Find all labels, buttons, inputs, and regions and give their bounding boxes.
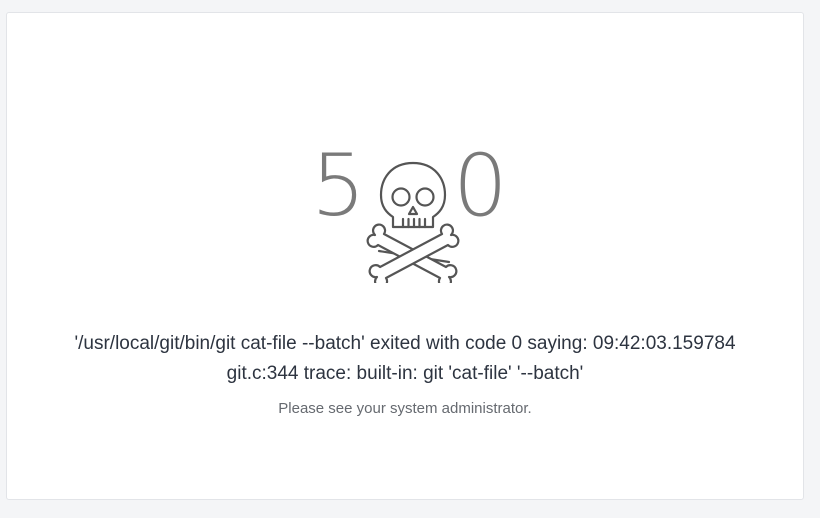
skull-crossbones-icon	[366, 161, 460, 283]
error-card: 5 0 '/usr/local/git/bin/git cat-file --b…	[6, 12, 804, 500]
error-code-digit-zero: 0	[453, 136, 508, 236]
error-code-digit-five: 5	[311, 136, 366, 236]
error-code-graphic: 5 0	[307, 137, 527, 287]
error-message-line-2: git.c:344 trace: built-in: git 'cat-file…	[226, 363, 584, 384]
admin-hint: Please see your system administrator.	[278, 400, 532, 417]
error-message-line-1: '/usr/local/git/bin/git cat-file --batch…	[74, 333, 736, 354]
